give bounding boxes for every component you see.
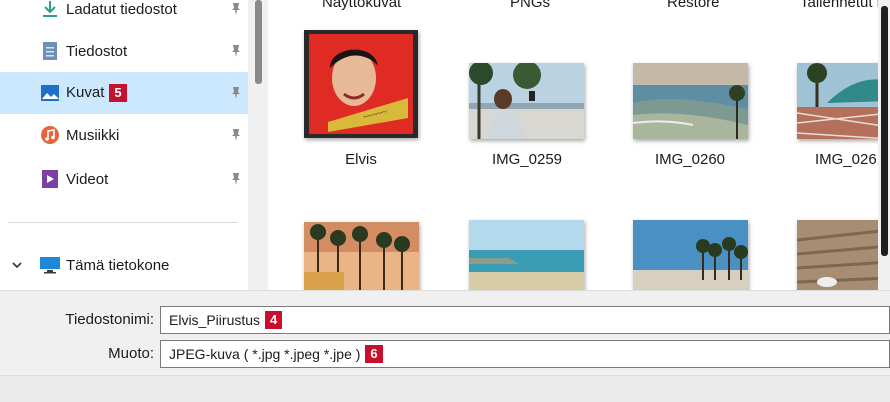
sidebar-item-label: Ladatut tiedostot <box>66 0 177 18</box>
step-badge: 5 <box>109 84 127 103</box>
file-name: IMG_0259 <box>491 151 563 168</box>
step-badge: 6 <box>365 345 383 363</box>
file-type-select[interactable]: JPEG-kuva ( *.jpg *.jpeg *.jpe ) 6 <box>160 340 890 368</box>
monitor-icon <box>40 257 60 274</box>
pin-icon[interactable] <box>228 43 244 59</box>
sidebar-item-downloads[interactable]: Ladatut tiedostot <box>0 0 248 30</box>
filename-label: Tiedostonimi: <box>65 311 154 328</box>
music-icon <box>40 125 60 145</box>
format-label: Muoto: <box>108 345 154 362</box>
file-name: Elvis <box>345 151 377 168</box>
pictures-icon <box>40 83 60 103</box>
photo-thumbnail[interactable] <box>469 220 584 290</box>
photo-thumbnail[interactable] <box>633 63 748 139</box>
sidebar-item-label: Tiedostot <box>66 42 128 60</box>
folder-label[interactable]: Tallennetut k <box>800 0 884 11</box>
chevron-down-icon[interactable] <box>10 258 24 272</box>
pin-icon[interactable] <box>228 171 244 187</box>
file-type-value: JPEG-kuva ( *.jpg *.jpeg *.jpe ) <box>169 346 361 362</box>
file-name: IMG_0261 <box>814 151 886 168</box>
document-icon <box>40 41 60 61</box>
filename-value: Elvis_Piirustus <box>169 312 261 328</box>
step-badge: 4 <box>265 311 283 329</box>
sidebar-item-pictures[interactable]: Kuvat 5 <box>0 72 248 114</box>
navigation-pane: Ladatut tiedostot Tiedostot Kuvat 5 Musii… <box>0 0 248 290</box>
file-name: IMG_0260 <box>654 151 726 168</box>
sidebar-item-documents[interactable]: Tiedostot <box>0 30 248 72</box>
photo-thumbnail[interactable] <box>797 220 890 290</box>
photo-thumbnail[interactable] <box>633 220 748 290</box>
file-list-pane: Näyttökuvat PNGs Restore Tallennetut k ~… <box>270 0 890 290</box>
sidebar-item-label: Videot <box>66 170 109 188</box>
sidebar-item-label: Tämä tietokone <box>66 257 170 274</box>
folder-label[interactable]: Näyttökuvat <box>322 0 401 11</box>
pin-icon[interactable] <box>228 1 244 17</box>
folder-label[interactable]: PNGs <box>510 0 550 11</box>
sidebar-divider <box>8 222 238 223</box>
download-arrow-icon <box>40 0 60 19</box>
album-cover-thumbnail[interactable]: ~~~~~ <box>304 30 418 138</box>
dialog-footer <box>0 375 890 402</box>
sidebar-scrollbar[interactable] <box>248 0 268 290</box>
content-scrollbar[interactable] <box>878 0 890 290</box>
filename-input[interactable]: Elvis_Piirustus 4 <box>160 306 890 334</box>
sidebar-item-videos[interactable]: Videot <box>0 158 248 200</box>
scrollbar-thumb[interactable] <box>881 6 888 256</box>
folder-label[interactable]: Restore <box>667 0 720 11</box>
pin-icon[interactable] <box>228 85 244 101</box>
sidebar-item-music[interactable]: Musiikki <box>0 114 248 156</box>
video-icon <box>40 169 60 189</box>
pin-icon[interactable] <box>228 127 244 143</box>
sidebar-item-label: Kuvat <box>66 83 105 101</box>
photo-thumbnail[interactable] <box>469 63 584 139</box>
sidebar-item-this-pc[interactable]: Tämä tietokone <box>0 250 248 282</box>
photo-thumbnail[interactable] <box>304 222 419 290</box>
sidebar-item-label: Musiikki <box>66 126 120 144</box>
scrollbar-thumb[interactable] <box>255 0 262 84</box>
photo-thumbnail[interactable] <box>797 63 890 139</box>
